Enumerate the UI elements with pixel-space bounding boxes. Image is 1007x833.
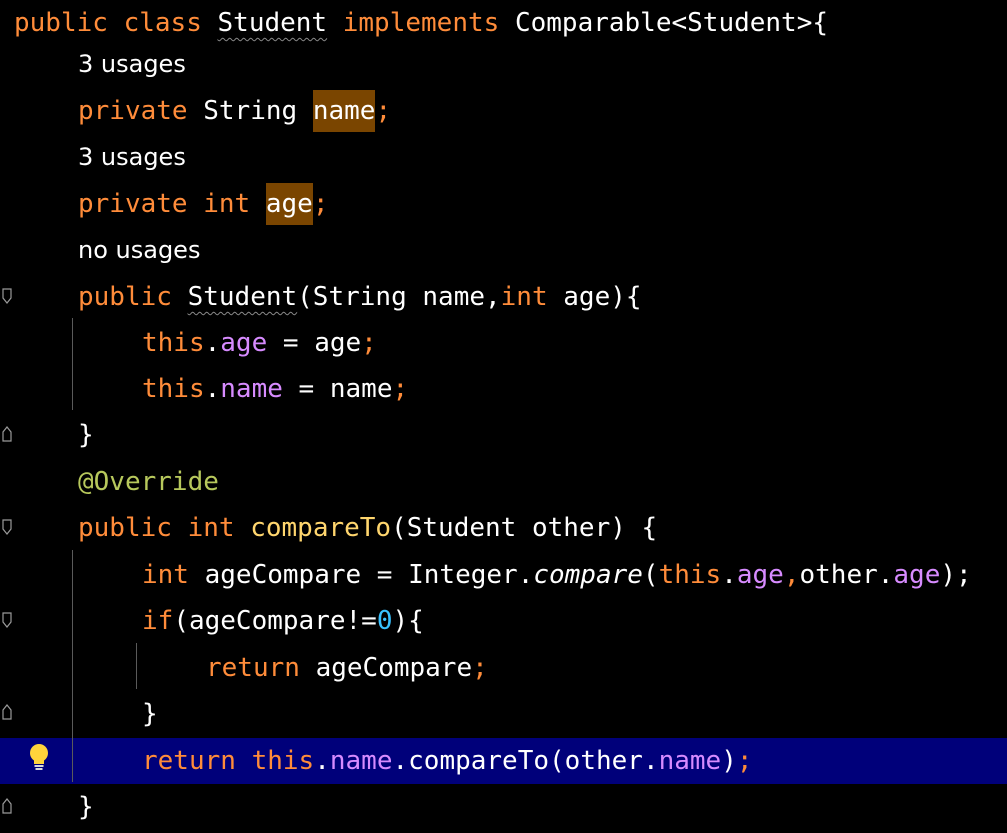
code-line[interactable]: if(ageCompare!=0){: [142, 598, 1007, 644]
fold-marker-icon[interactable]: [2, 612, 12, 628]
code-line-compareTo-declaration[interactable]: public int compareTo(Student other) {: [78, 505, 1007, 551]
code-line-annotation[interactable]: @Override: [78, 459, 1007, 505]
code-line[interactable]: }: [142, 691, 1007, 737]
constructor-name: Student: [187, 282, 298, 312]
usages-hint[interactable]: 3 usages: [78, 143, 186, 171]
keyword-implements: implements: [342, 8, 500, 38]
inlay-hint-line: 3 usages: [78, 134, 1007, 180]
lightbulb-icon[interactable]: [26, 742, 52, 772]
method-name: compareTo: [250, 513, 392, 543]
code-line[interactable]: this.name = name;: [142, 366, 1007, 412]
code-line-constructor[interactable]: public Student(String name,int age){: [78, 274, 1007, 320]
usages-hint[interactable]: 3 usages: [78, 50, 186, 78]
code-line[interactable]: }: [78, 412, 1007, 458]
indent-guide: [136, 643, 137, 689]
keyword-class: class: [123, 8, 202, 38]
code-editor[interactable]: public class Student implements Comparab…: [0, 0, 1007, 833]
fold-marker-icon[interactable]: [2, 704, 12, 720]
code-line[interactable]: return ageCompare;: [206, 645, 1007, 691]
interface-name: Comparable<Student>{: [514, 8, 829, 38]
inlay-hint-line: 3 usages: [78, 41, 1007, 87]
code-line[interactable]: int ageCompare = Integer.compare(this.ag…: [142, 552, 1007, 598]
code-line[interactable]: }: [78, 784, 1007, 830]
code-line-class-declaration[interactable]: public class Student implements Comparab…: [14, 0, 1007, 46]
code-line[interactable]: this.age = age;: [142, 320, 1007, 366]
class-name: Student: [217, 8, 328, 38]
code-line-current[interactable]: return this.name.compareTo(other.name);: [0, 738, 1007, 784]
field-age-highlighted: age: [265, 183, 313, 225]
usages-hint[interactable]: no usages: [78, 236, 200, 264]
code-line-age-field[interactable]: private int age;: [78, 181, 1007, 227]
fold-marker-icon[interactable]: [2, 288, 12, 304]
fold-marker-icon[interactable]: [2, 426, 12, 442]
indent-guide: [72, 550, 73, 782]
code-line-name-field[interactable]: private String name;: [78, 88, 1007, 134]
indent-guide: [72, 318, 73, 410]
override-annotation: @Override: [78, 467, 219, 497]
fold-marker-icon[interactable]: [2, 519, 12, 535]
inlay-hint-line: no usages: [78, 227, 1007, 273]
keyword-public: public: [14, 8, 108, 38]
field-name-highlighted: name: [312, 90, 376, 132]
fold-marker-icon[interactable]: [2, 798, 12, 814]
